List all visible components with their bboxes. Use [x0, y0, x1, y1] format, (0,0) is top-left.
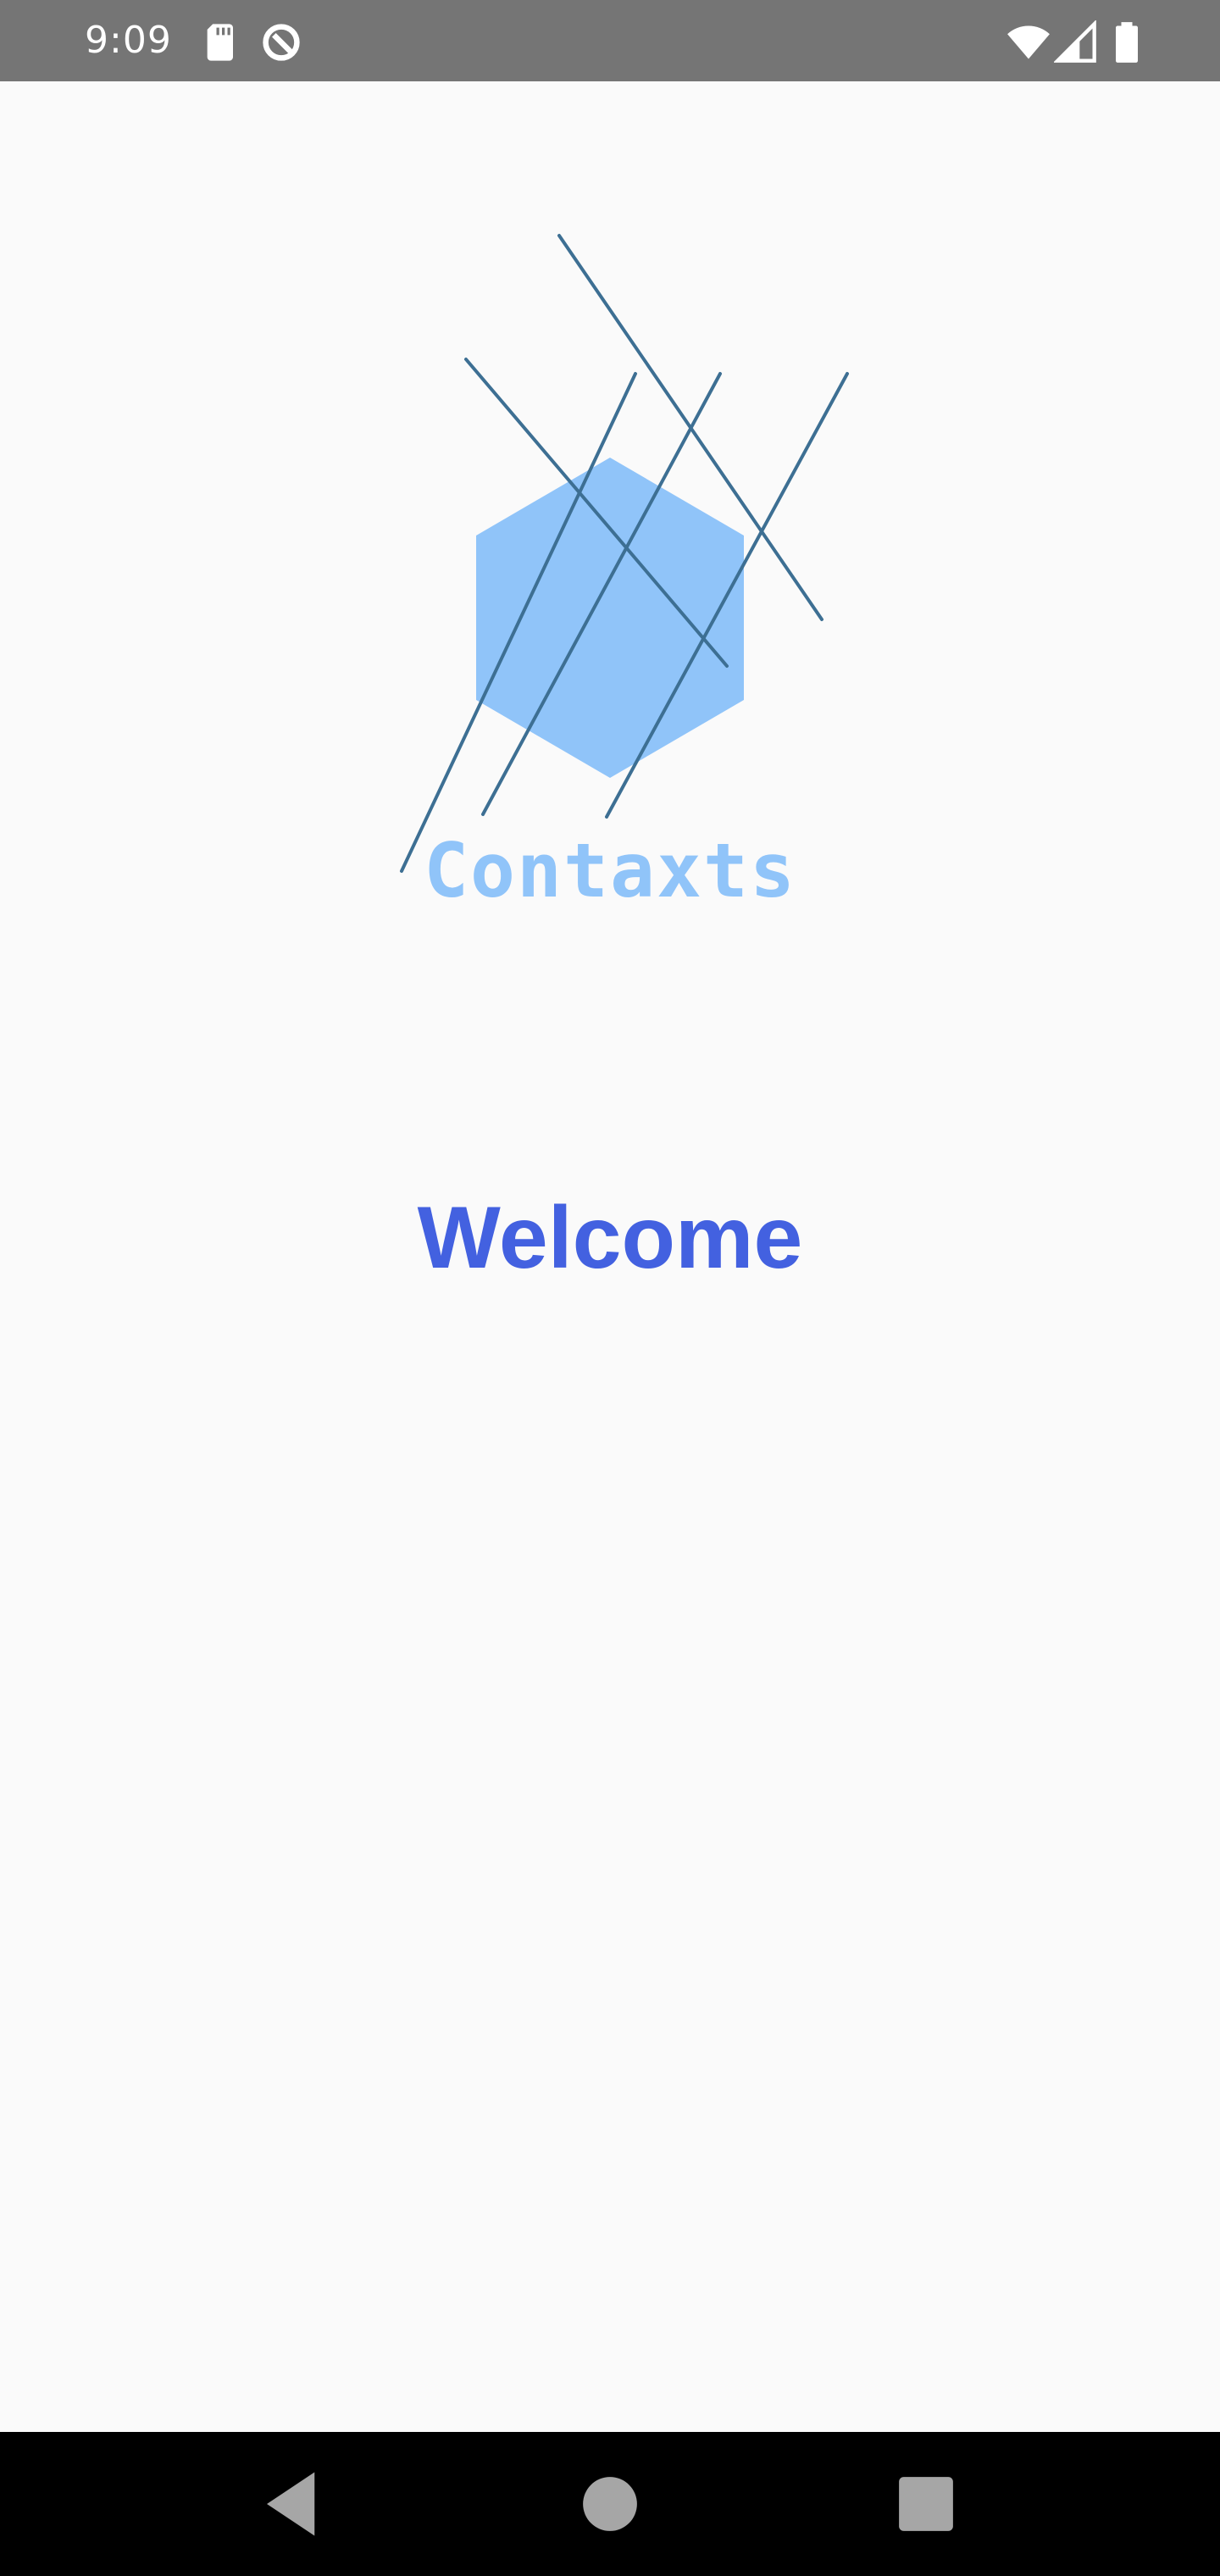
back-icon[interactable] — [254, 2466, 330, 2542]
welcome-title: Welcome — [417, 1189, 803, 1287]
navigation-bar — [0, 2432, 1220, 2576]
home-icon[interactable] — [572, 2466, 648, 2542]
cell-signal-icon — [1054, 20, 1098, 64]
status-bar: 9:09 — [0, 0, 1220, 81]
data-saver-icon — [259, 20, 303, 64]
sd-card-icon — [200, 20, 244, 64]
logo-lines — [400, 234, 849, 873]
battery-icon — [1105, 20, 1149, 64]
logo-text: Contaxts — [424, 827, 796, 914]
app-logo: Contaxts — [356, 225, 864, 971]
status-time: 9:09 — [85, 19, 172, 62]
recents-icon[interactable] — [888, 2466, 964, 2542]
logo-hexagon — [476, 458, 744, 778]
splash-screen: Contaxts Welcome — [0, 81, 1220, 2432]
wifi-icon — [1006, 20, 1051, 64]
